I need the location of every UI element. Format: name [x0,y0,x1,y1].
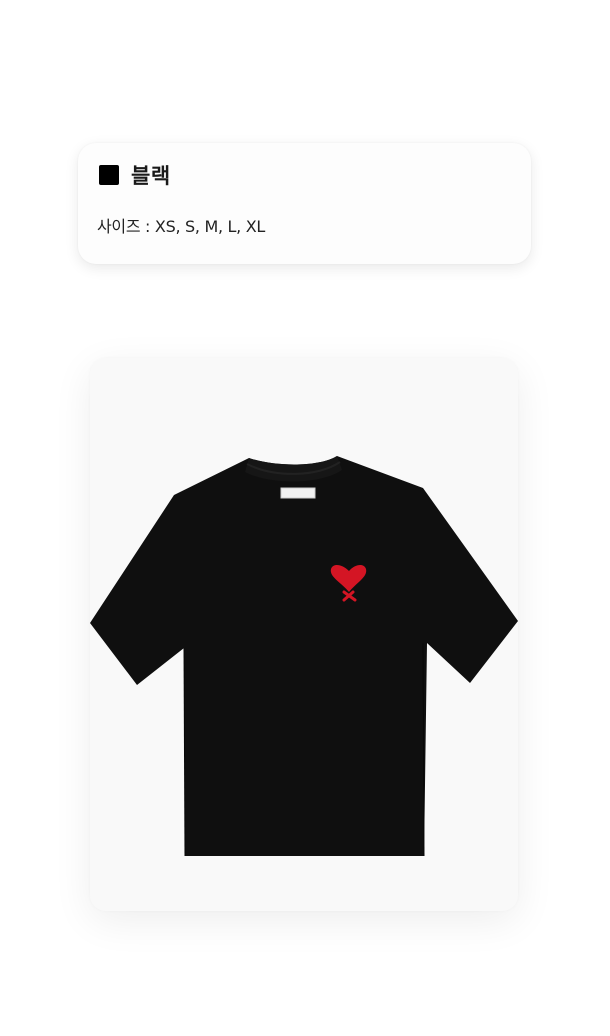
product-image [90,358,518,911]
neck-label [280,487,316,499]
color-name: 블랙 [131,164,171,188]
color-row: 블랙 [99,160,171,190]
size-list: 사이즈 : XS, S, M, L, XL [97,217,265,236]
product-image-card[interactable] [90,358,518,911]
color-swatch [99,165,119,185]
option-info-card: 블랙 사이즈 : XS, S, M, L, XL [78,143,531,264]
